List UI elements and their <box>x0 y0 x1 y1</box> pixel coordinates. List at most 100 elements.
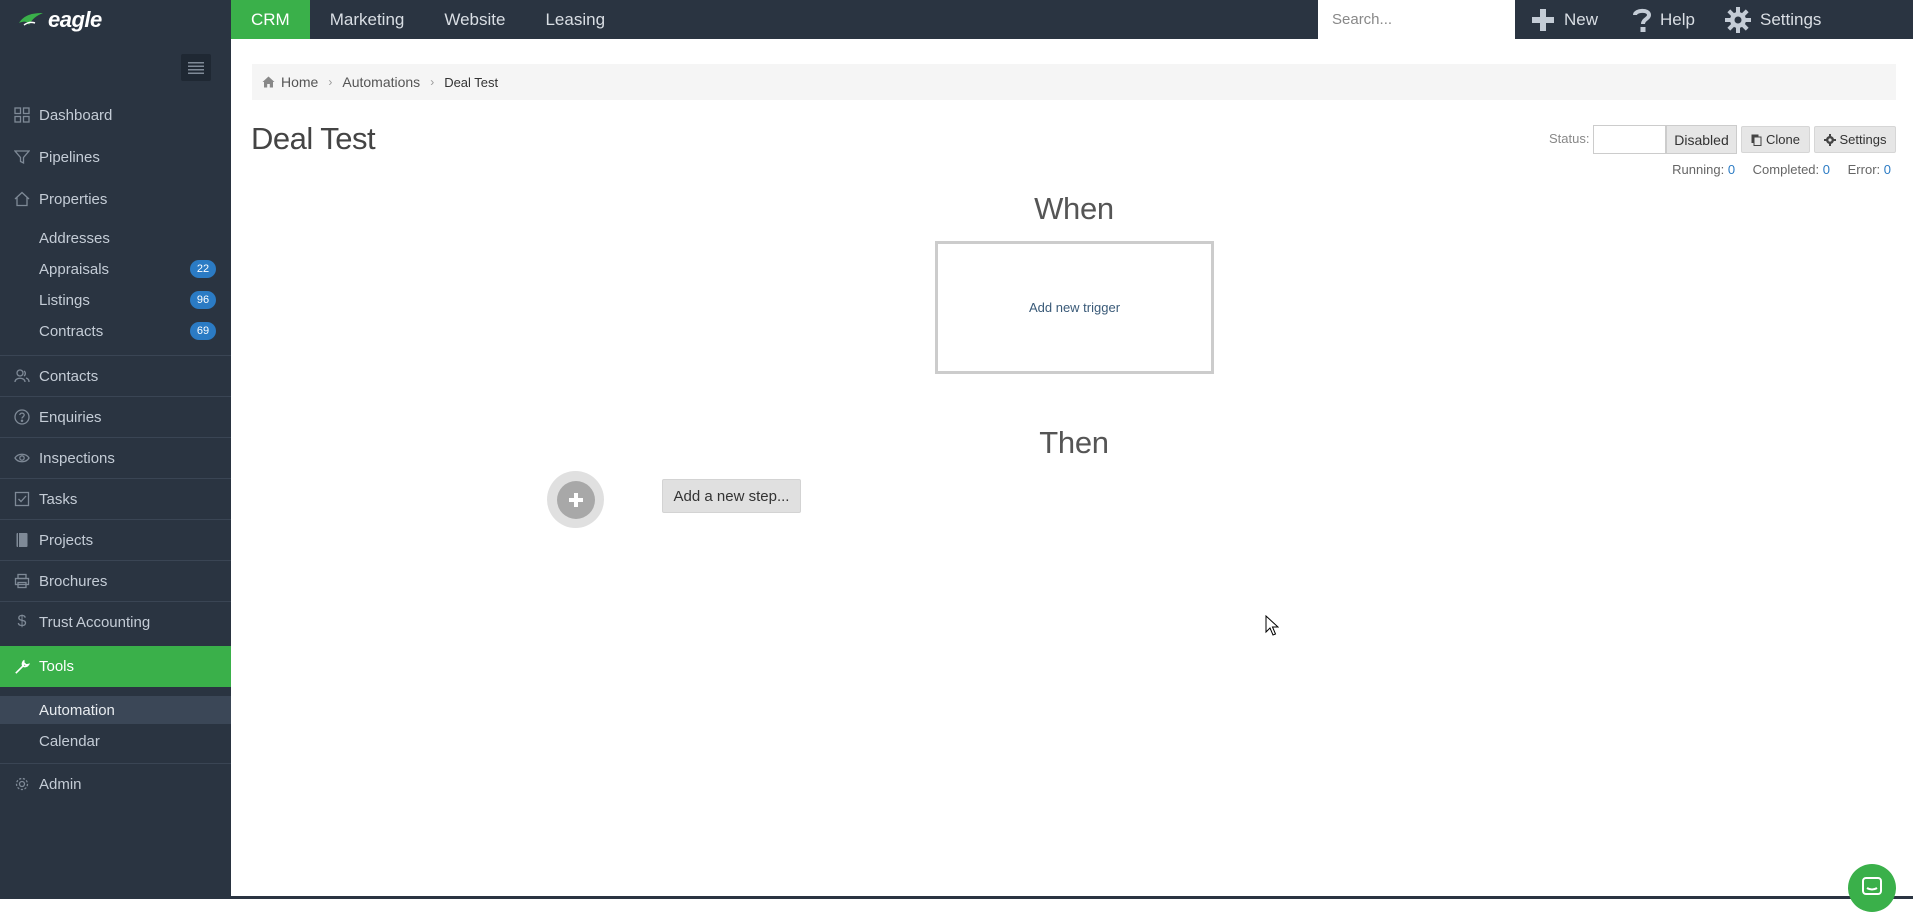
status-label: Status: <box>1549 131 1590 146</box>
dashboard-icon <box>13 106 31 124</box>
sidebar-item-inspections[interactable]: Inspections <box>0 441 231 475</box>
top-bar: eagle CRM Marketing Website Leasing New … <box>0 0 1913 39</box>
sidebar-item-label: Projects <box>39 531 94 549</box>
status-toggle[interactable] <box>1593 125 1666 154</box>
sidebar-item-contacts[interactable]: Contacts <box>0 359 231 393</box>
page-title: Deal Test <box>251 121 376 156</box>
sidebar-item-projects[interactable]: Projects <box>0 523 231 557</box>
sidebar-item-contracts[interactable]: Contracts 69 <box>0 318 231 344</box>
settings-button[interactable]: Settings <box>1814 126 1896 153</box>
running-stat: Running: 0 <box>1672 162 1735 177</box>
sidebar-item-label: Enquiries <box>39 408 102 426</box>
sidebar-item-label: Automation <box>39 701 115 719</box>
chat-launcher-button[interactable] <box>1848 864 1896 912</box>
search-input[interactable] <box>1318 0 1515 39</box>
top-settings-button[interactable]: Settings <box>1724 0 1821 39</box>
breadcrumb-current: Deal Test <box>444 74 499 90</box>
logo-text: eagle <box>48 6 102 32</box>
sidebar-item-label: Contacts <box>39 367 99 385</box>
home-icon <box>262 76 275 88</box>
divider <box>0 601 231 602</box>
breadcrumb-home[interactable]: Home <box>281 74 318 90</box>
tab-leasing[interactable]: Leasing <box>525 0 625 39</box>
error-count[interactable]: 0 <box>1884 162 1891 177</box>
sidebar-item-label: Inspections <box>39 449 115 467</box>
sidebar-item-label: Tools <box>39 658 75 675</box>
completed-count[interactable]: 0 <box>1823 162 1830 177</box>
sidebar-item-dashboard[interactable]: Dashboard <box>0 98 231 132</box>
wrench-icon <box>13 658 31 676</box>
top-nav: CRM Marketing Website Leasing <box>231 0 625 39</box>
sidebar-item-label: Addresses <box>39 229 110 247</box>
dollar-icon: $ <box>17 613 27 630</box>
divider <box>0 437 231 438</box>
count-badge: 69 <box>190 322 216 340</box>
sidebar-item-label: Admin <box>39 775 82 793</box>
sidebar-item-label: Tasks <box>39 490 78 508</box>
sidebar-item-enquiries[interactable]: Enquiries <box>0 400 231 434</box>
sidebar-item-pipelines[interactable]: Pipelines <box>0 140 231 174</box>
count-badge: 22 <box>190 260 216 278</box>
printer-icon <box>13 572 31 590</box>
gear-icon <box>1823 133 1836 146</box>
sidebar-item-tasks[interactable]: Tasks <box>0 482 231 516</box>
then-heading: Then <box>1039 425 1109 460</box>
count-badge: 96 <box>190 291 216 309</box>
sidebar-toggle-button[interactable] <box>181 54 211 81</box>
settings-label: Settings <box>1760 9 1822 29</box>
add-step-circle-button[interactable] <box>547 471 604 528</box>
breadcrumb: Home › Automations › Deal Test <box>252 64 1896 100</box>
running-count[interactable]: 0 <box>1728 162 1735 177</box>
new-button[interactable]: New <box>1530 0 1598 39</box>
add-step-button[interactable]: Add a new step... <box>662 479 801 513</box>
sidebar-item-addresses[interactable]: Addresses <box>0 225 231 251</box>
question-icon <box>13 408 31 426</box>
mouse-cursor-icon <box>1265 615 1279 636</box>
home-icon <box>13 190 31 208</box>
sidebar-item-calendar[interactable]: Calendar <box>0 727 231 755</box>
status-button[interactable]: Disabled <box>1666 125 1737 154</box>
help-button[interactable]: Help <box>1632 0 1695 39</box>
sidebar-item-trust-accounting[interactable]: $ Trust Accounting <box>0 605 231 639</box>
add-trigger-box[interactable]: Add new trigger <box>935 241 1214 374</box>
book-icon <box>13 531 31 549</box>
sidebar-item-properties[interactable]: Properties <box>0 182 231 216</box>
eagle-logo-icon <box>19 12 43 26</box>
tab-website[interactable]: Website <box>424 0 525 39</box>
sidebar-item-label: Contracts <box>39 322 104 340</box>
chevron-right-icon: › <box>430 75 435 89</box>
divider <box>0 560 231 561</box>
sidebar-item-label: Dashboard <box>39 106 113 124</box>
app-logo[interactable]: eagle <box>0 0 231 39</box>
eye-icon <box>13 449 31 467</box>
plus-icon <box>1532 8 1554 31</box>
divider <box>0 478 231 479</box>
sidebar-item-brochures[interactable]: Brochures <box>0 564 231 598</box>
filter-icon <box>13 148 31 166</box>
breadcrumb-automations[interactable]: Automations <box>342 74 420 90</box>
contacts-icon <box>13 367 31 385</box>
sidebar-item-label: Properties <box>39 190 108 208</box>
sidebar: Dashboard Pipelines Properties Addresses… <box>0 39 231 899</box>
completed-label: Completed: <box>1752 162 1820 177</box>
completed-stat: Completed: 0 <box>1753 162 1830 177</box>
menu-lines-icon <box>188 61 204 74</box>
tab-crm[interactable]: CRM <box>231 0 310 39</box>
divider <box>0 396 231 397</box>
sidebar-item-automation[interactable]: Automation <box>0 696 231 724</box>
plus-icon <box>568 492 583 507</box>
sidebar-item-admin[interactable]: Admin <box>0 767 231 801</box>
sidebar-item-label: Listings <box>39 291 90 309</box>
divider <box>0 763 231 764</box>
tab-marketing[interactable]: Marketing <box>310 0 425 39</box>
error-label: Error: <box>1847 162 1881 177</box>
sidebar-item-listings[interactable]: Listings 96 <box>0 287 231 313</box>
sidebar-item-tools[interactable]: Tools <box>0 646 231 687</box>
chevron-right-icon: › <box>328 75 333 89</box>
sidebar-item-label: Appraisals <box>39 260 110 278</box>
clone-button[interactable]: Clone <box>1741 126 1810 153</box>
sidebar-item-appraisals[interactable]: Appraisals 22 <box>0 256 231 282</box>
sidebar-item-label: Trust Accounting <box>39 613 151 631</box>
question-icon <box>1633 8 1652 32</box>
sidebar-item-label: Pipelines <box>39 148 100 166</box>
